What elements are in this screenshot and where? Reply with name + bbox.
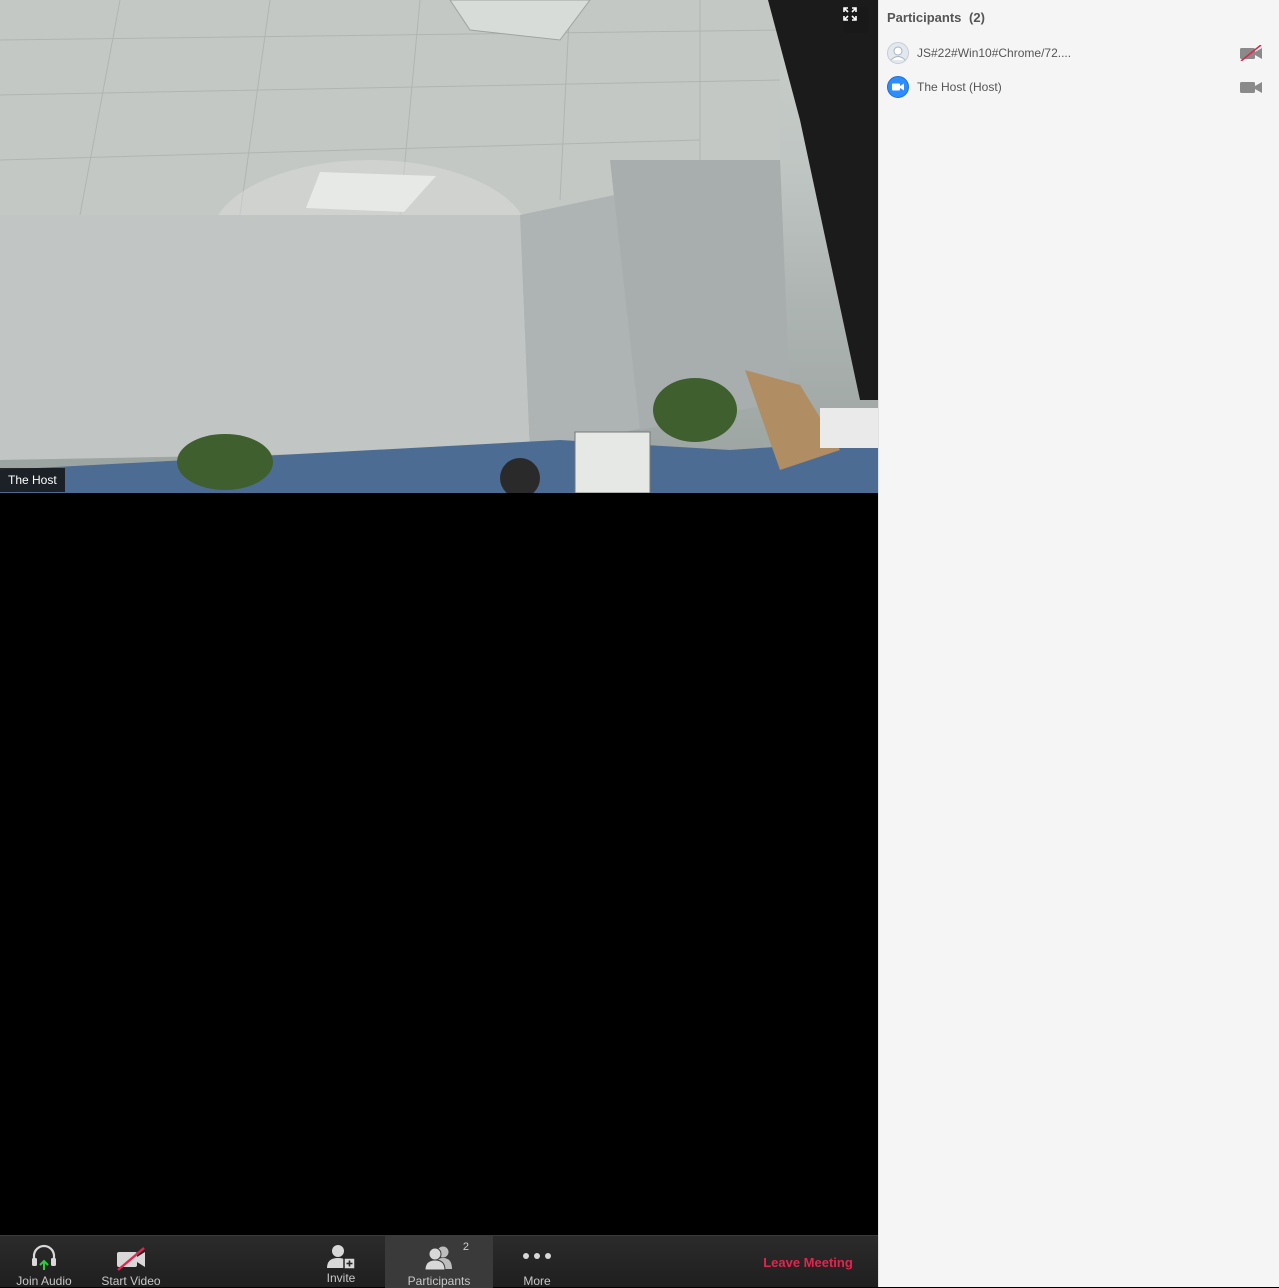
participants-label: Participants — [407, 1274, 471, 1288]
start-video-label: Start Video — [101, 1274, 161, 1288]
start-video-button[interactable]: Start Video — [87, 1236, 175, 1288]
participants-button[interactable]: 2 Participants — [385, 1236, 493, 1288]
participant-name: JS#22#Win10#Chrome/72.... — [917, 46, 1072, 60]
add-user-icon — [327, 1245, 356, 1270]
invite-label: Invite — [326, 1271, 356, 1285]
headphones-icon — [32, 1244, 56, 1270]
expand-icon — [843, 7, 857, 21]
fullscreen-button[interactable] — [843, 7, 869, 33]
host-name-tag: The Host — [0, 468, 65, 492]
more-label: More — [523, 1274, 551, 1288]
meeting-toolbar: Join Audio Start Video Invite 2 Particip… — [0, 1235, 878, 1288]
video-off-icon — [1240, 45, 1262, 61]
participant-row[interactable]: The Host (Host) — [879, 72, 1279, 102]
panel-participant-count: (2) — [969, 10, 985, 25]
more-button[interactable]: More — [493, 1236, 581, 1288]
video-area: The Host — [0, 0, 878, 1235]
join-audio-button[interactable]: Join Audio — [0, 1236, 88, 1288]
office-scene-image — [0, 0, 878, 493]
participant-row[interactable]: JS#22#Win10#Chrome/72.... — [879, 38, 1279, 68]
participants-count-badge: 2 — [462, 1241, 469, 1253]
video-on-icon — [1240, 82, 1262, 93]
video-off-icon — [117, 1247, 145, 1271]
participants-icon — [424, 1246, 452, 1271]
join-audio-label: Join Audio — [16, 1274, 72, 1288]
host-video-feed: The Host — [0, 0, 878, 493]
participant-name: The Host (Host) — [917, 80, 1002, 94]
invite-button[interactable]: Invite — [297, 1236, 385, 1288]
panel-title-text: Participants — [887, 10, 962, 25]
participants-panel: Participants (2) JS#22#Win10#Chrome/72..… — [878, 0, 1279, 1287]
leave-meeting-button[interactable]: Leave Meeting — [752, 1236, 864, 1288]
default-user-avatar-icon — [887, 42, 909, 64]
panel-title: Participants (2) — [887, 10, 985, 25]
more-dots-icon — [523, 1253, 551, 1259]
zoom-host-avatar-icon — [887, 76, 909, 98]
participant-video-feed — [0, 493, 878, 1235]
